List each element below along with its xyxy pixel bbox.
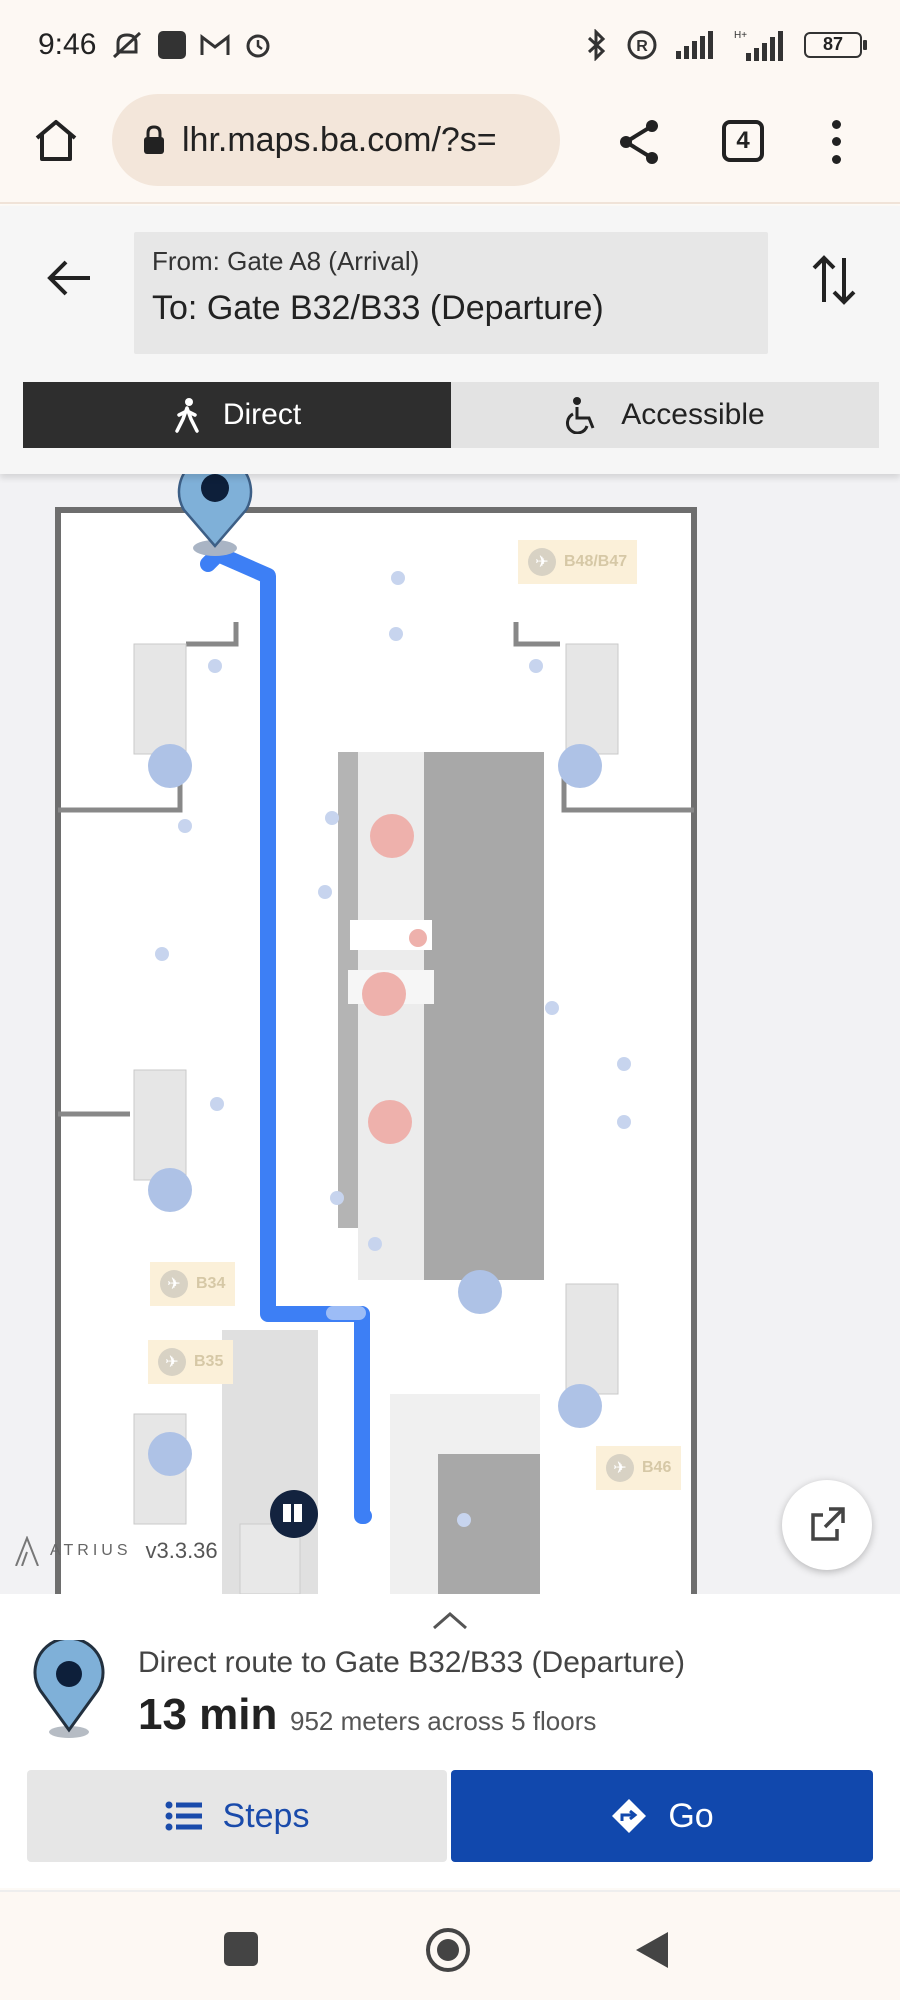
lock-icon (144, 125, 164, 154)
plane-icon: ✈ (606, 1454, 634, 1482)
from-label: From: (152, 246, 220, 276)
walk-icon (175, 398, 199, 433)
wheelchair-icon (566, 397, 595, 434)
steps-button[interactable]: Steps (27, 1770, 447, 1862)
list-icon (165, 1801, 202, 1831)
go-button[interactable]: Go (451, 1770, 873, 1862)
signal-icon (676, 31, 713, 59)
share-icon (620, 120, 658, 164)
alarm-icon (246, 34, 270, 58)
route-header: From: Gate A8 (Arrival) To: Gate B32/B33… (0, 206, 900, 474)
svg-text:R: R (636, 38, 648, 55)
tabs-count: 4 (736, 127, 750, 154)
arrow-left-icon (47, 260, 90, 296)
app-icon (158, 31, 187, 59)
share-button[interactable] (614, 116, 666, 168)
route-distance: 952 meters across 5 floors (290, 1706, 597, 1736)
gate-label-text: B48/B47 (564, 553, 628, 570)
tab-accessible[interactable]: Accessible (451, 382, 879, 448)
tabs-button[interactable]: 4 (722, 120, 764, 162)
from-value: Gate A8 (Arrival) (227, 246, 420, 276)
chevron-up-icon[interactable] (430, 1608, 470, 1632)
indoor-map[interactable]: ✈ B48/B47 ✈ B34 ✈ B35 ✈ B46 ATRIUS v3.3.… (0, 474, 900, 1594)
status-bar: 9:46 R H+ 87 (0, 0, 900, 90)
tab-accessible-label: Accessible (621, 398, 765, 431)
home-icon (35, 120, 77, 161)
from-line: From: Gate A8 (Arrival) (152, 246, 750, 277)
atrius-watermark: ATRIUS v3.3.36 (14, 1536, 218, 1566)
back-button[interactable] (44, 252, 96, 304)
browser-toolbar: lhr.maps.ba.com/?s= 4 (0, 90, 900, 204)
map-version: v3.3.36 (145, 1538, 218, 1563)
gate-label-b48-b47[interactable]: ✈ B48/B47 (518, 540, 638, 584)
to-label: To: (152, 289, 198, 327)
gate-label-text: B34 (196, 1275, 226, 1292)
bluetooth-icon (587, 29, 606, 61)
go-label: Go (668, 1796, 714, 1835)
url-bar[interactable]: lhr.maps.ba.com/?s= (112, 94, 560, 186)
atrius-brand: ATRIUS (50, 1542, 132, 1559)
plane-icon: ✈ (158, 1348, 186, 1376)
mute-icon (113, 31, 142, 59)
swap-vertical-icon (812, 255, 856, 305)
home-button[interactable] (30, 114, 82, 166)
url-text: lhr.maps.ba.com/?s= (182, 120, 497, 159)
atrius-logo (15, 1536, 39, 1566)
battery-level: 87 (822, 34, 844, 54)
system-nav-bar (0, 1890, 900, 2000)
more-vert-icon[interactable] (818, 116, 854, 168)
to-value: Gate B32/B33 (Departure) (206, 289, 604, 327)
registered-icon: R (627, 30, 657, 60)
route-summary-sheet: Direct route to Gate B32/B33 (Departure)… (0, 1594, 900, 1888)
from-to-box[interactable]: From: Gate A8 (Arrival) To: Gate B32/B33… (134, 232, 768, 354)
to-line: To: Gate B32/B33 (Departure) (152, 289, 750, 328)
recents-button[interactable] (224, 1932, 258, 1966)
svg-text:H+: H+ (734, 30, 747, 41)
route-mode-tabs: Direct Accessible (23, 382, 879, 448)
map-canvas (55, 474, 697, 1594)
back-nav-button[interactable] (632, 1928, 672, 1972)
tab-direct[interactable]: Direct (23, 382, 451, 448)
swap-button[interactable] (808, 250, 860, 310)
gate-label-text: B46 (642, 1459, 672, 1476)
status-time: 9:46 (38, 28, 97, 61)
gate-label-b46[interactable]: ✈ B46 (596, 1446, 682, 1490)
tab-direct-label: Direct (222, 398, 302, 431)
gate-label-text: B35 (194, 1353, 224, 1370)
directions-icon (612, 1799, 647, 1833)
route-duration: 13 min (138, 1690, 278, 1739)
route-title: Direct route to Gate B32/B33 (Departure) (138, 1646, 685, 1679)
home-nav-button[interactable] (424, 1926, 472, 1974)
gate-label-b35[interactable]: ✈ B35 (148, 1340, 234, 1384)
plane-icon: ✈ (160, 1270, 188, 1298)
gate-label-b34[interactable]: ✈ B34 (150, 1262, 236, 1306)
plane-icon: ✈ (528, 548, 556, 576)
open-external-button[interactable] (782, 1480, 872, 1570)
open-external-icon (811, 1507, 845, 1541)
steps-label: Steps (222, 1796, 310, 1835)
destination-pin-icon (33, 1640, 105, 1738)
signal-hplus-icon: H+ (734, 30, 783, 61)
battery-icon: 87 (804, 32, 867, 58)
gmail-icon (200, 33, 230, 55)
